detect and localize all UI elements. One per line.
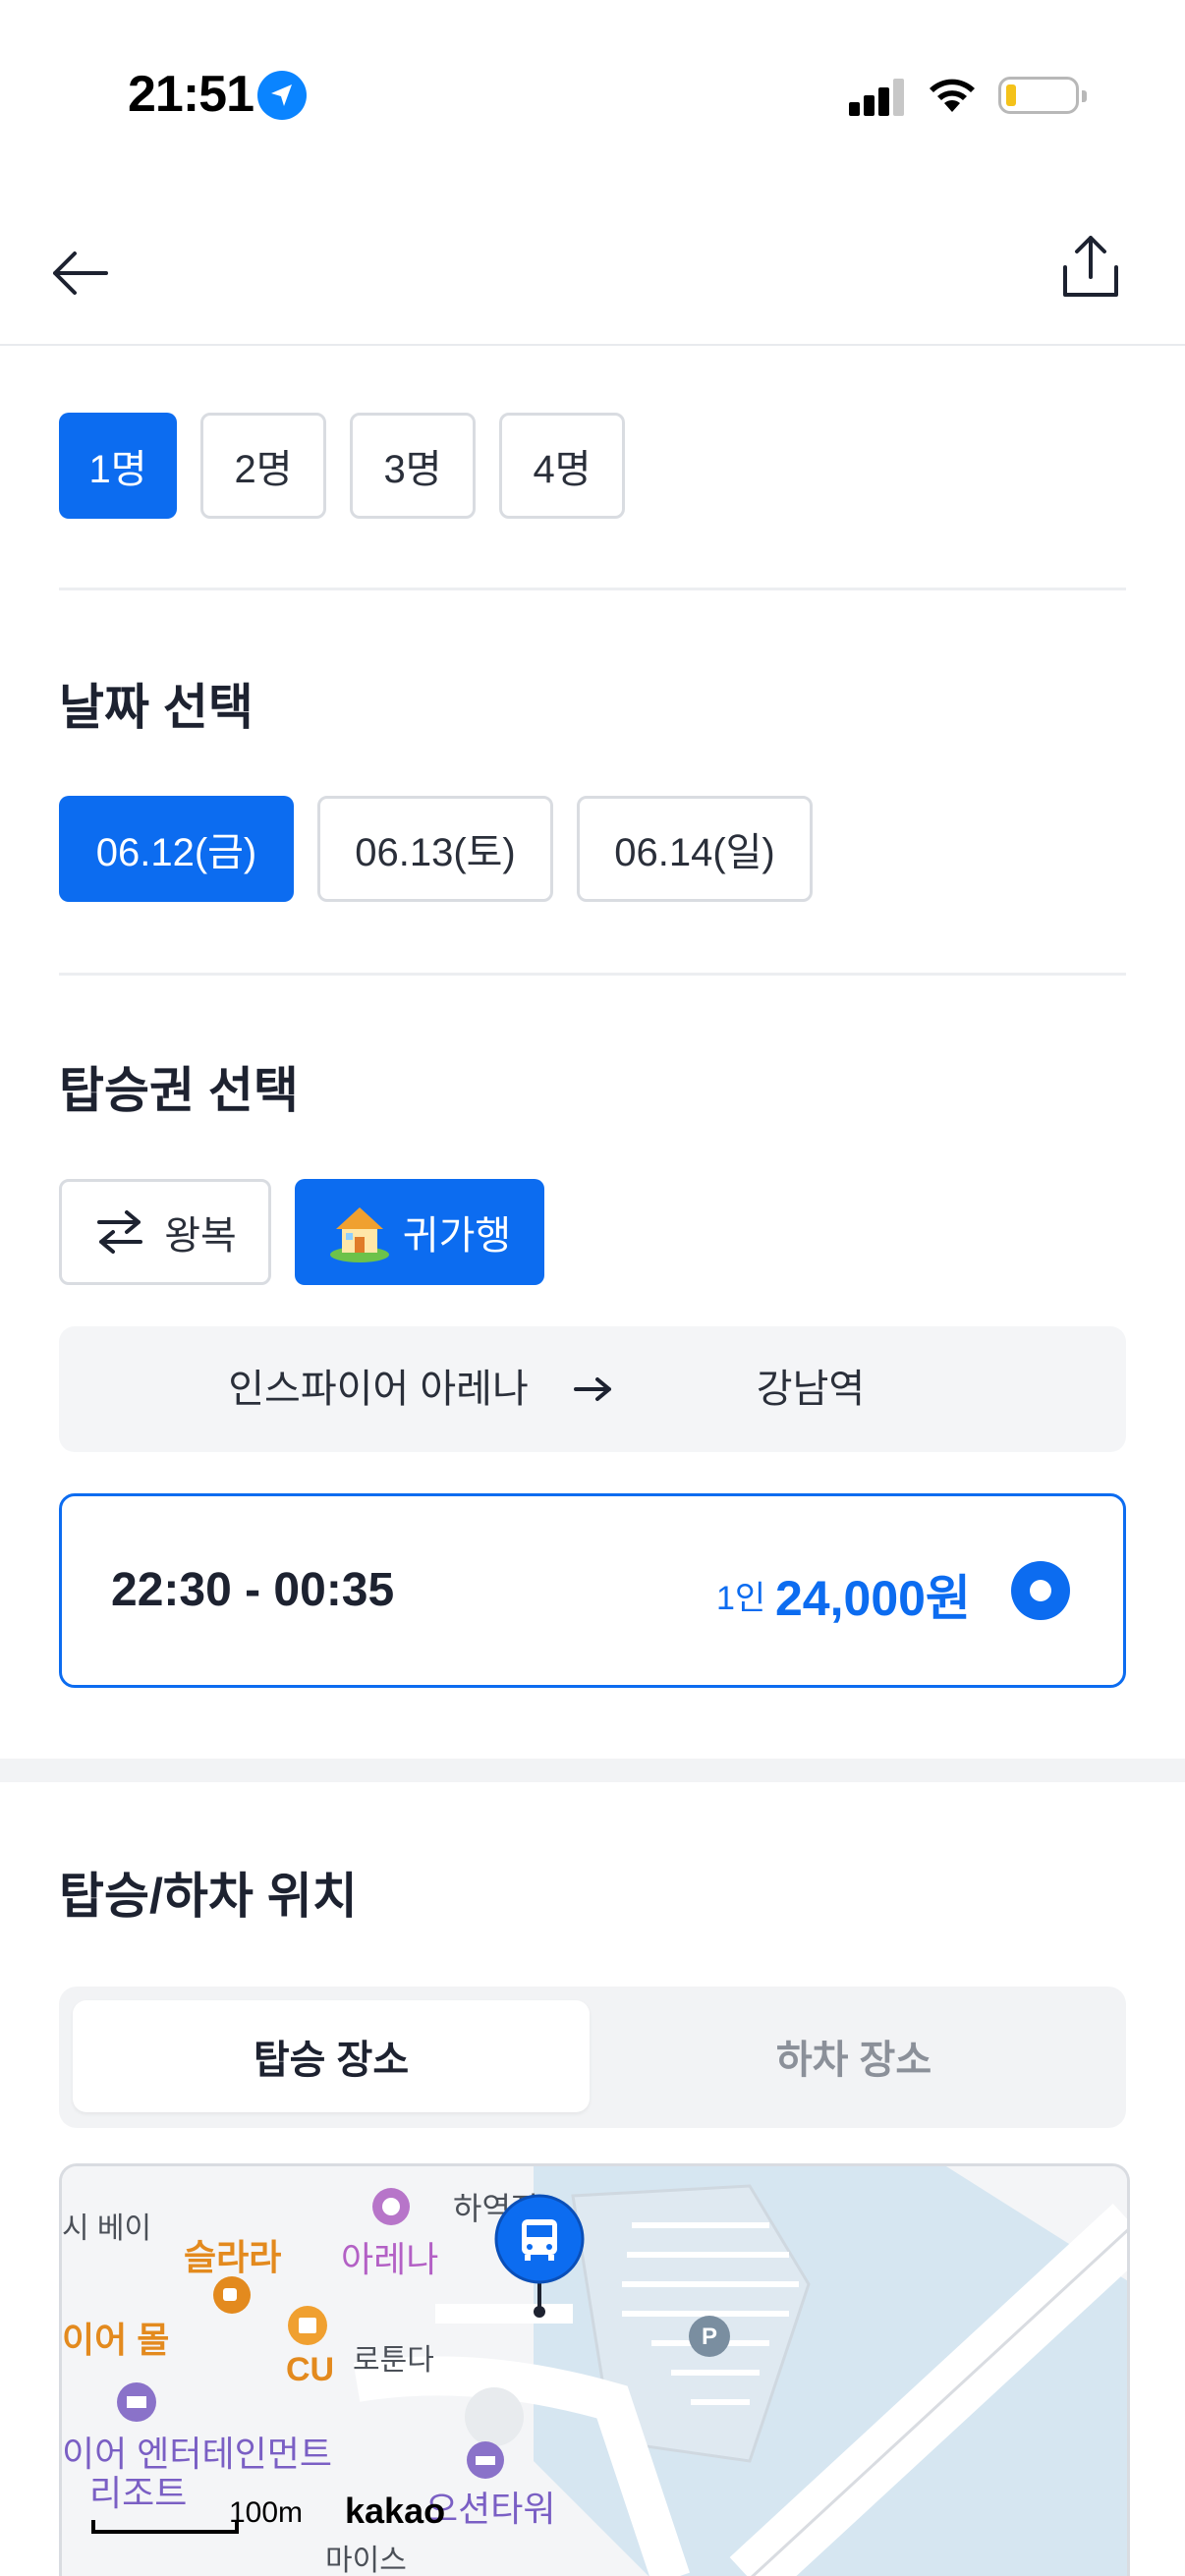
tab-dropoff-location[interactable]: 하차 장소: [595, 2000, 1112, 2112]
date-option-0613[interactable]: 06.13(토): [317, 796, 553, 902]
ticket-price: 24,000원: [775, 1571, 971, 1626]
tab-boarding-location[interactable]: 탑승 장소: [73, 2000, 590, 2112]
resort-poi-icon: [117, 2382, 156, 2422]
location-map[interactable]: 시 베이 슬라라 아레나 하역장 이어 몰 CU 로툰다 이어 엔터테인먼트 리…: [59, 2163, 1130, 2576]
ticket-type-label: 왕복: [164, 1214, 237, 1258]
party-size-4[interactable]: 4명: [499, 413, 625, 519]
location-tab-bar: 탑승 장소 하차 장소: [59, 1987, 1126, 2128]
battery-icon: [998, 77, 1087, 114]
route-summary: 인스파이어 아레나 강남역: [59, 1326, 1126, 1452]
route-origin: 인스파이어 아레나: [228, 1368, 529, 1411]
ticket-type-round-trip[interactable]: 왕복: [59, 1179, 271, 1285]
ticket-option-card[interactable]: 22:30 - 00:35 1인 24,000원: [59, 1493, 1126, 1688]
ticket-type-going-home[interactable]: 귀가행: [295, 1179, 544, 1285]
arrow-left-icon: [53, 252, 108, 295]
bus-icon: [494, 2194, 585, 2318]
ticket-radio-selected[interactable]: [1011, 1561, 1070, 1620]
hotel-poi-icon: [467, 2441, 504, 2479]
parking-poi-icon: P: [689, 2316, 730, 2357]
cu-poi-icon: [288, 2306, 327, 2345]
share-button[interactable]: [1053, 230, 1128, 305]
nav-divider: [0, 344, 1185, 346]
map-label-bottom: 마이스: [325, 2545, 407, 2576]
cafe-poi-icon: [213, 2276, 251, 2314]
map-label-rotunda: 로툰다: [353, 2344, 434, 2377]
location-section-title: 탑승/하차 위치: [59, 1869, 358, 1924]
share-icon: [1063, 236, 1118, 297]
top-navigation: [0, 187, 1185, 344]
ticket-type-label: 귀가행: [402, 1214, 512, 1258]
back-button[interactable]: [45, 238, 116, 308]
round-trip-arrows-icon: [97, 1210, 143, 1254]
date-section-title: 날짜 선택: [59, 680, 254, 735]
party-size-3[interactable]: 3명: [350, 413, 476, 519]
location-arrow-icon: [257, 71, 307, 120]
section-divider: [59, 588, 1126, 590]
ticket-time: 22:30 - 00:35: [111, 1564, 395, 1616]
map-scale-label: 100m: [229, 2496, 304, 2529]
wifi-icon: [930, 79, 975, 112]
date-option-0612[interactable]: 06.12(금): [59, 796, 294, 902]
house-icon: [329, 1207, 389, 1262]
status-time: 21:51: [128, 66, 254, 123]
section-separator-band: [0, 1759, 1185, 1782]
party-size-2[interactable]: 2명: [200, 413, 326, 519]
svg-text:P: P: [702, 2324, 717, 2350]
bus-stop-marker[interactable]: [492, 2194, 587, 2322]
ticket-per-person: 1인: [716, 1580, 766, 1617]
map-label-bay: 시 베이: [62, 2212, 152, 2245]
kakao-map-logo: kakao: [345, 2491, 446, 2531]
arrow-right-icon: [574, 1377, 611, 1401]
date-option-0614[interactable]: 06.14(일): [577, 796, 813, 902]
section-divider: [59, 973, 1126, 976]
ticket-section-title: 탑승권 선택: [59, 1063, 299, 1118]
map-label-cu: CU: [286, 2351, 335, 2388]
map-scale-bar: [91, 2520, 239, 2534]
map-label-arena: 아레나: [341, 2239, 439, 2279]
map-label-mall: 이어 몰: [62, 2320, 170, 2360]
map-background: [62, 2166, 1127, 2576]
party-size-1[interactable]: 1명: [59, 413, 177, 519]
map-label-salala: 슬라라: [184, 2237, 282, 2277]
route-destination: 강남역: [756, 1368, 866, 1411]
cellular-signal-icon: [849, 79, 904, 116]
arena-poi-icon: [372, 2188, 410, 2225]
status-bar: 21:51: [0, 0, 1185, 187]
map-label-resort-2: 리조트: [89, 2473, 188, 2513]
